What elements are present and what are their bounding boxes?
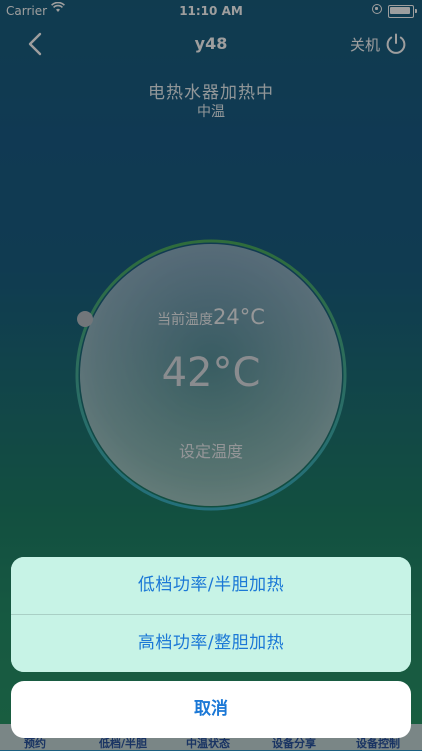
- cancel-button[interactable]: 取消: [11, 681, 411, 738]
- option-high-power-full-tank[interactable]: 高档功率/整胆加热: [11, 615, 411, 672]
- option-low-power-half-tank[interactable]: 低档功率/半胆加热: [11, 557, 411, 614]
- action-sheet: 低档功率/半胆加热 高档功率/整胆加热: [11, 557, 411, 672]
